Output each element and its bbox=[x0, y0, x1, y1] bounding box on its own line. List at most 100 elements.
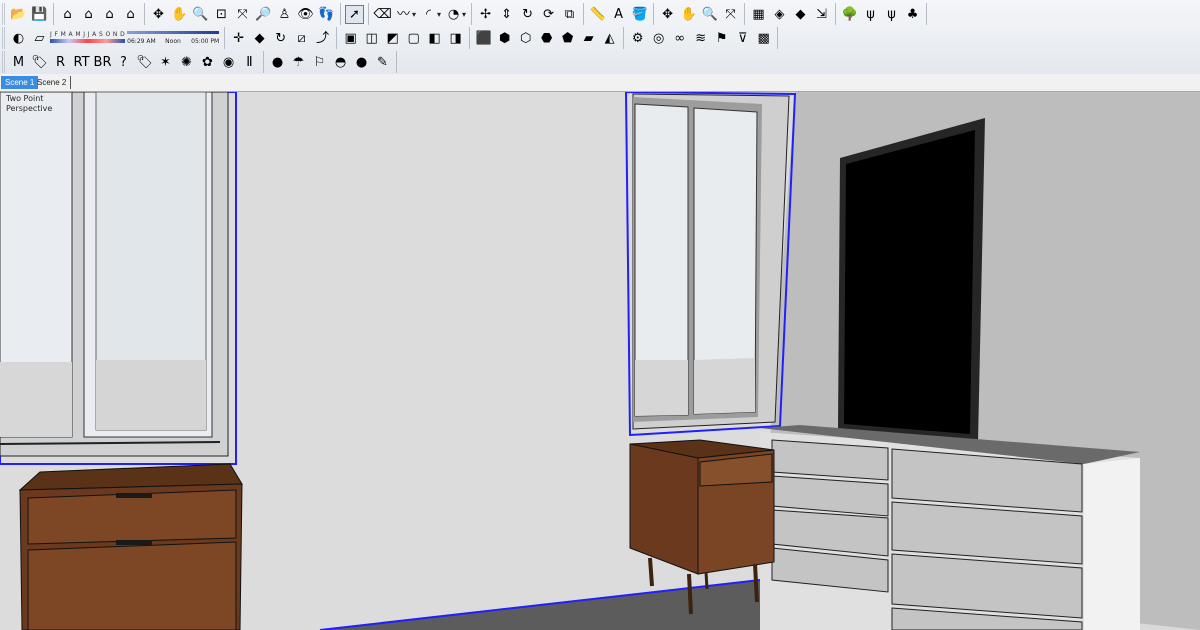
tag-2-icon[interactable]: 🏷 bbox=[135, 53, 154, 72]
wireframe-icon[interactable]: ▢ bbox=[404, 29, 423, 48]
lamp-icon[interactable]: ✺ bbox=[177, 53, 196, 72]
time-start-label: 06:29 AM bbox=[127, 38, 156, 45]
rotate-icon[interactable]: ↻ bbox=[518, 5, 537, 24]
model-viewport[interactable]: Two Point Perspective bbox=[0, 92, 1200, 630]
spiral-icon[interactable]: ◎ bbox=[649, 29, 668, 48]
plant-icon[interactable]: ψ bbox=[882, 5, 901, 24]
orbit-2-icon[interactable]: ✥ bbox=[658, 5, 677, 24]
paint-bucket-icon[interactable]: 🪣 bbox=[630, 5, 649, 24]
section-cut-icon[interactable]: ⧄ bbox=[292, 29, 311, 48]
shadows-toggle-icon[interactable]: ◐ bbox=[9, 29, 28, 48]
text-tool-icon[interactable]: A bbox=[609, 5, 628, 24]
dropdown-arrow-icon[interactable]: ▾ bbox=[462, 10, 466, 19]
xray-icon[interactable]: ◫ bbox=[362, 29, 381, 48]
plant-2-icon[interactable]: ✿ bbox=[198, 53, 217, 72]
pan-hand-icon[interactable]: ✋ bbox=[170, 5, 189, 24]
save-model-icon[interactable]: 💾 bbox=[30, 5, 49, 24]
right-view-icon[interactable]: ⬟ bbox=[558, 29, 577, 48]
components-icon[interactable]: ▦ bbox=[749, 5, 768, 24]
right-window[interactable] bbox=[624, 92, 797, 437]
tape-measure-icon[interactable]: 📏 bbox=[588, 5, 607, 24]
plugin-m-icon[interactable]: M bbox=[9, 53, 28, 72]
push-pull-icon[interactable]: ⇕ bbox=[497, 5, 516, 24]
white-dresser[interactable] bbox=[760, 425, 1140, 630]
spot-light-icon[interactable]: ☂ bbox=[289, 53, 308, 72]
position-camera-icon[interactable]: ♙ bbox=[275, 5, 294, 24]
dropdown-arrow-icon[interactable]: ▾ bbox=[437, 10, 441, 19]
tree-icon[interactable]: 🌳 bbox=[840, 5, 859, 24]
refresh-icon[interactable]: ↻ bbox=[271, 29, 290, 48]
zoom-window-icon[interactable]: ⊡ bbox=[212, 5, 231, 24]
dome-light-icon[interactable]: ◓ bbox=[331, 53, 350, 72]
zoom-icon[interactable]: 🔍 bbox=[191, 5, 210, 24]
shadow-time-slider[interactable]: 06:29 AM Noon 05:00 PM bbox=[127, 29, 220, 47]
arc-icon[interactable]: ◜ bbox=[419, 5, 438, 24]
materials-icon[interactable]: ◈ bbox=[770, 5, 789, 24]
grid-box-icon[interactable]: ▩ bbox=[754, 29, 773, 48]
look-around-icon[interactable]: 👁 bbox=[296, 5, 315, 24]
dropdown-arrow-icon[interactable]: ▾ bbox=[412, 10, 416, 19]
house-front-icon[interactable]: ⌂ bbox=[79, 5, 98, 24]
previous-view-icon[interactable]: 🔎 bbox=[254, 5, 273, 24]
plugin-br-icon[interactable]: BR bbox=[93, 53, 112, 72]
offset-icon[interactable]: ⧉ bbox=[560, 5, 579, 24]
house-side-icon[interactable]: ⌂ bbox=[121, 5, 140, 24]
sphere-light-icon[interactable]: ● bbox=[352, 53, 371, 72]
scene-drawing[interactable] bbox=[0, 92, 1200, 630]
fog-icon[interactable]: ▱ bbox=[30, 29, 49, 48]
back-view-icon[interactable]: ▰ bbox=[579, 29, 598, 48]
orbit-icon[interactable]: ✥ bbox=[149, 5, 168, 24]
left-view-icon[interactable]: ◭ bbox=[600, 29, 619, 48]
omni-light-icon[interactable]: ● bbox=[268, 53, 287, 72]
knot-icon[interactable]: ∞ bbox=[670, 29, 689, 48]
walk-footprints-icon[interactable]: 👣 bbox=[317, 5, 336, 24]
iso-view-icon[interactable]: ⬢ bbox=[495, 29, 514, 48]
move-icon[interactable]: ✢ bbox=[476, 5, 495, 24]
back-edges-icon[interactable]: ◩ bbox=[383, 29, 402, 48]
eraser-icon[interactable]: ⌫ bbox=[373, 5, 392, 24]
zoom-2-icon[interactable]: 🔍 bbox=[700, 5, 719, 24]
open-model-icon[interactable]: 📂 bbox=[9, 5, 28, 24]
shadow-month-slider[interactable]: J F M A M J J A S O N D bbox=[50, 31, 126, 46]
hidden-line-icon[interactable]: ◧ bbox=[425, 29, 444, 48]
film-reel-icon[interactable]: ⚙ bbox=[628, 29, 647, 48]
zoom-extents-icon[interactable]: ⤧ bbox=[233, 5, 252, 24]
flag-icon[interactable]: ⚑ bbox=[712, 29, 731, 48]
pause-icon[interactable]: Ⅱ bbox=[240, 53, 259, 72]
help-icon[interactable]: ? bbox=[114, 53, 133, 72]
tag-icon[interactable]: 🏷 bbox=[30, 53, 49, 72]
export-icon[interactable]: ⇲ bbox=[812, 5, 831, 24]
wall-tv[interactable] bbox=[838, 118, 985, 442]
flag-light-icon[interactable]: ⚐ bbox=[310, 53, 329, 72]
protractor-icon[interactable]: ◔ bbox=[444, 5, 463, 24]
pan-2-icon[interactable]: ✋ bbox=[679, 5, 698, 24]
wooden-dresser-left[interactable] bbox=[18, 463, 243, 630]
mesh-light-icon[interactable]: ✎ bbox=[373, 53, 392, 72]
top-view-icon[interactable]: ⬡ bbox=[516, 29, 535, 48]
zoom-extents-2-icon[interactable]: ⤧ bbox=[721, 5, 740, 24]
select-arrow-icon[interactable]: ➚ bbox=[345, 4, 364, 24]
house-outline-icon[interactable]: ⌂ bbox=[100, 5, 119, 24]
render-globe-icon[interactable]: ◉ bbox=[219, 53, 238, 72]
bush-icon[interactable]: ♣ bbox=[903, 5, 922, 24]
textured-icon[interactable]: ⬛ bbox=[474, 29, 493, 48]
freehand-icon[interactable]: 〰 bbox=[394, 5, 413, 24]
time-bar bbox=[127, 31, 220, 34]
plugin-r-icon[interactable]: R bbox=[51, 53, 70, 72]
house-icon[interactable]: ⌂ bbox=[58, 5, 77, 24]
light-rays-icon[interactable]: ✶ bbox=[156, 53, 175, 72]
grass-icon[interactable]: ψ bbox=[861, 5, 880, 24]
axes-icon[interactable]: ✛ bbox=[229, 29, 248, 48]
styles-icon[interactable]: ◆ bbox=[791, 5, 810, 24]
shaded-icon[interactable]: ◨ bbox=[446, 29, 465, 48]
box-view-icon[interactable]: ▣ bbox=[341, 29, 360, 48]
front-view-icon[interactable]: ⬣ bbox=[537, 29, 556, 48]
follow-me-icon[interactable]: ⟳ bbox=[539, 5, 558, 24]
twist-icon[interactable]: ≋ bbox=[691, 29, 710, 48]
plugin-rt-icon[interactable]: RT bbox=[72, 53, 91, 72]
tab-scene-2[interactable]: Scene 2 bbox=[33, 76, 72, 89]
section-plane-icon[interactable]: ◆ bbox=[250, 29, 269, 48]
sandbox-icon[interactable]: ⤴ bbox=[313, 29, 332, 48]
bucket-icon[interactable]: ⊽ bbox=[733, 29, 752, 48]
left-window[interactable] bbox=[0, 92, 237, 465]
